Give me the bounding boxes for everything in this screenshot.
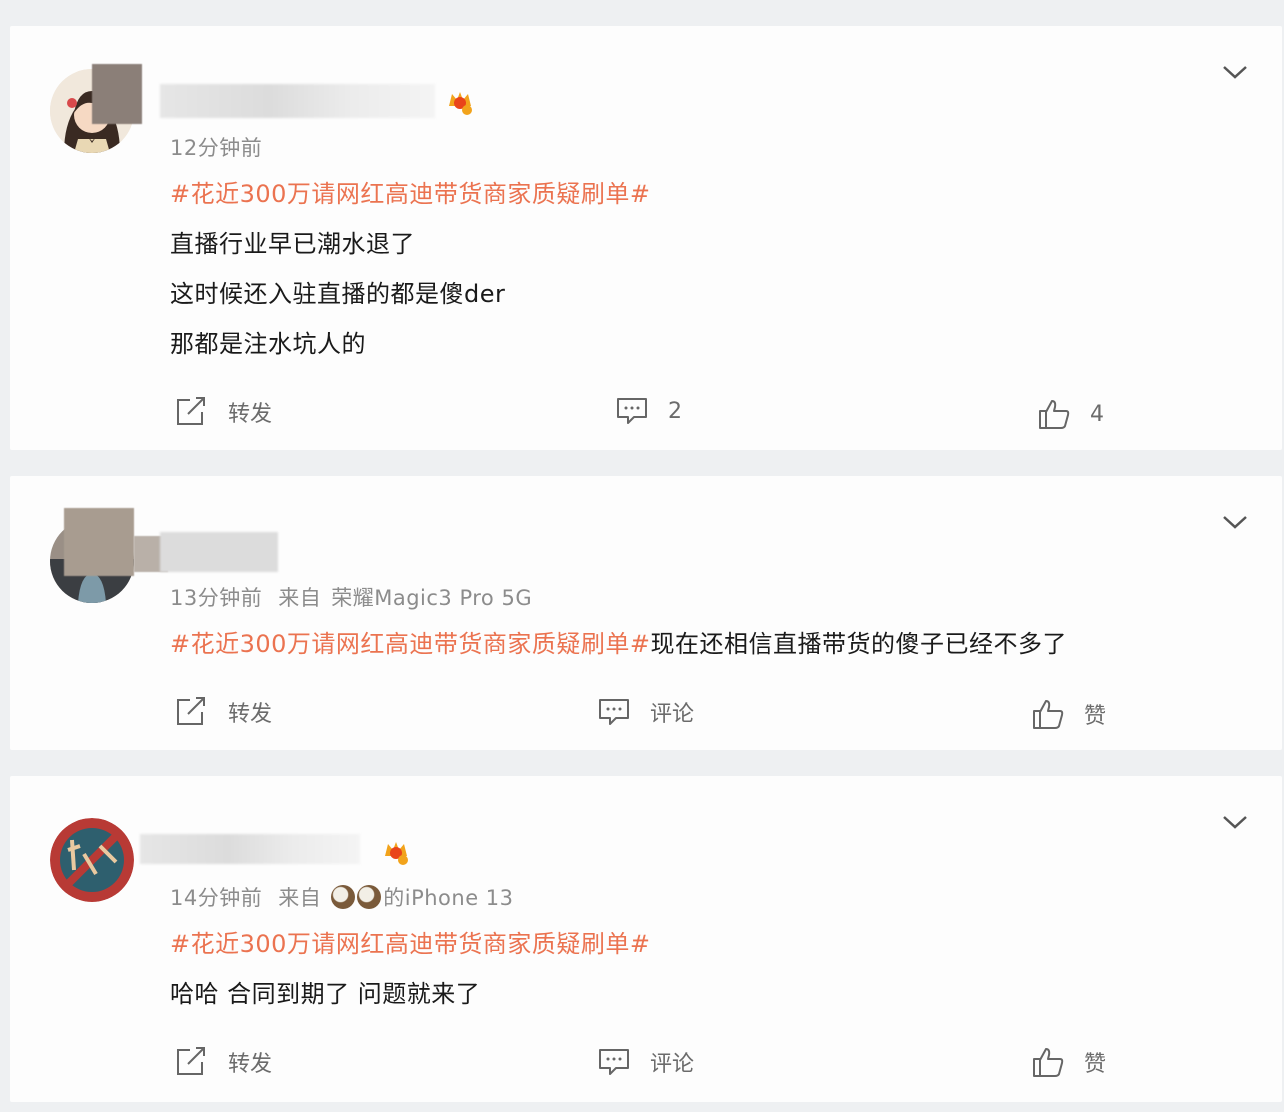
comment-icon xyxy=(617,398,647,424)
repost-label: 转发 xyxy=(228,702,273,727)
post-meta: 14分钟前 来自 的iPhone 13 xyxy=(170,882,514,912)
like-button[interactable]: 4 xyxy=(1038,398,1104,430)
comment-icon xyxy=(599,1049,629,1075)
repost-icon xyxy=(177,697,205,725)
username-redacted xyxy=(140,834,360,864)
post-text-line: #花近300万请网红高迪带货商家质疑刷单#现在还相信直播带货的傻子已经不多了 xyxy=(170,624,1067,659)
vip-crown-icon xyxy=(385,842,408,865)
like-button[interactable]: 赞 xyxy=(1032,1046,1106,1078)
post-text-line: 这时候还入驻直播的都是傻der xyxy=(170,280,506,308)
repost-label: 转发 xyxy=(228,1052,273,1077)
repost-button[interactable]: 转发 xyxy=(174,696,272,728)
comment-button[interactable]: 评论 xyxy=(598,696,694,728)
post-meta: 13分钟前 来自 荣耀Magic3 Pro 5G xyxy=(170,582,532,612)
source-label: 来自 xyxy=(278,886,322,910)
repost-button[interactable]: 转发 xyxy=(174,396,272,428)
like-count: 4 xyxy=(1090,401,1104,427)
post-time: 13分钟前 xyxy=(170,586,263,610)
redaction-blur xyxy=(64,508,134,576)
topic-link[interactable]: #花近300万请网红高迪带货商家质疑刷单# xyxy=(170,174,651,209)
post-text-line: 直播行业早已潮水退了 xyxy=(170,230,415,258)
like-icon xyxy=(1033,1048,1064,1077)
like-icon xyxy=(1039,400,1070,429)
repost-icon xyxy=(177,397,205,425)
username-redacted xyxy=(160,532,278,572)
comment-button[interactable]: 评论 xyxy=(598,1046,694,1078)
post-meta: 12分钟前 xyxy=(170,132,262,162)
topic-link[interactable]: #花近300万请网红高迪带货商家质疑刷单# xyxy=(170,630,651,658)
device-name: 荣耀Magic3 Pro 5G xyxy=(331,586,533,610)
repost-icon xyxy=(177,1047,205,1075)
chevron-down-icon[interactable] xyxy=(1222,814,1248,830)
post-card: 12分钟前 #花近300万请网红高迪带货商家质疑刷单# 直播行业早已潮水退了 这… xyxy=(10,26,1282,450)
avatar-logo xyxy=(50,818,134,902)
avatar[interactable] xyxy=(50,818,134,902)
post-card: 14分钟前 来自 的iPhone 13 #花近300万请网红高迪带货商家质疑刷单# … xyxy=(10,776,1282,1102)
like-button[interactable]: 赞 xyxy=(1032,698,1106,730)
chevron-down-icon[interactable] xyxy=(1222,514,1248,530)
post-text: 现在还相信直播带货的傻子已经不多了 xyxy=(650,630,1068,658)
chevron-down-icon[interactable] xyxy=(1222,64,1248,80)
topic-link[interactable]: #花近300万请网红高迪带货商家质疑刷单# xyxy=(170,924,651,959)
username-redacted xyxy=(160,84,435,118)
coin-emoji-icon xyxy=(331,885,356,909)
like-label: 赞 xyxy=(1084,1052,1107,1077)
post-time: 14分钟前 xyxy=(170,886,263,910)
comment-label: 评论 xyxy=(650,702,695,727)
comment-label: 评论 xyxy=(650,1052,695,1077)
like-label: 赞 xyxy=(1084,704,1107,729)
post-text-line: 哈哈 合同到期了 问题就来了 xyxy=(170,980,481,1008)
comment-button[interactable]: 2 xyxy=(616,396,682,426)
redaction-blur xyxy=(92,64,142,124)
repost-label: 转发 xyxy=(228,402,273,427)
source-label: 来自 xyxy=(278,586,322,610)
post-card: 13分钟前 来自 荣耀Magic3 Pro 5G #花近300万请网红高迪带货商家质… xyxy=(10,476,1282,750)
coin-emoji-icon xyxy=(357,885,382,909)
like-icon xyxy=(1033,700,1064,729)
device-name: 的iPhone 13 xyxy=(383,886,514,910)
post-time: 12分钟前 xyxy=(170,136,263,160)
post-text-line: 那都是注水坑人的 xyxy=(170,330,366,358)
comment-count: 2 xyxy=(668,398,682,424)
vip-crown-icon xyxy=(449,92,472,115)
comment-icon xyxy=(599,699,629,725)
repost-button[interactable]: 转发 xyxy=(174,1046,272,1078)
